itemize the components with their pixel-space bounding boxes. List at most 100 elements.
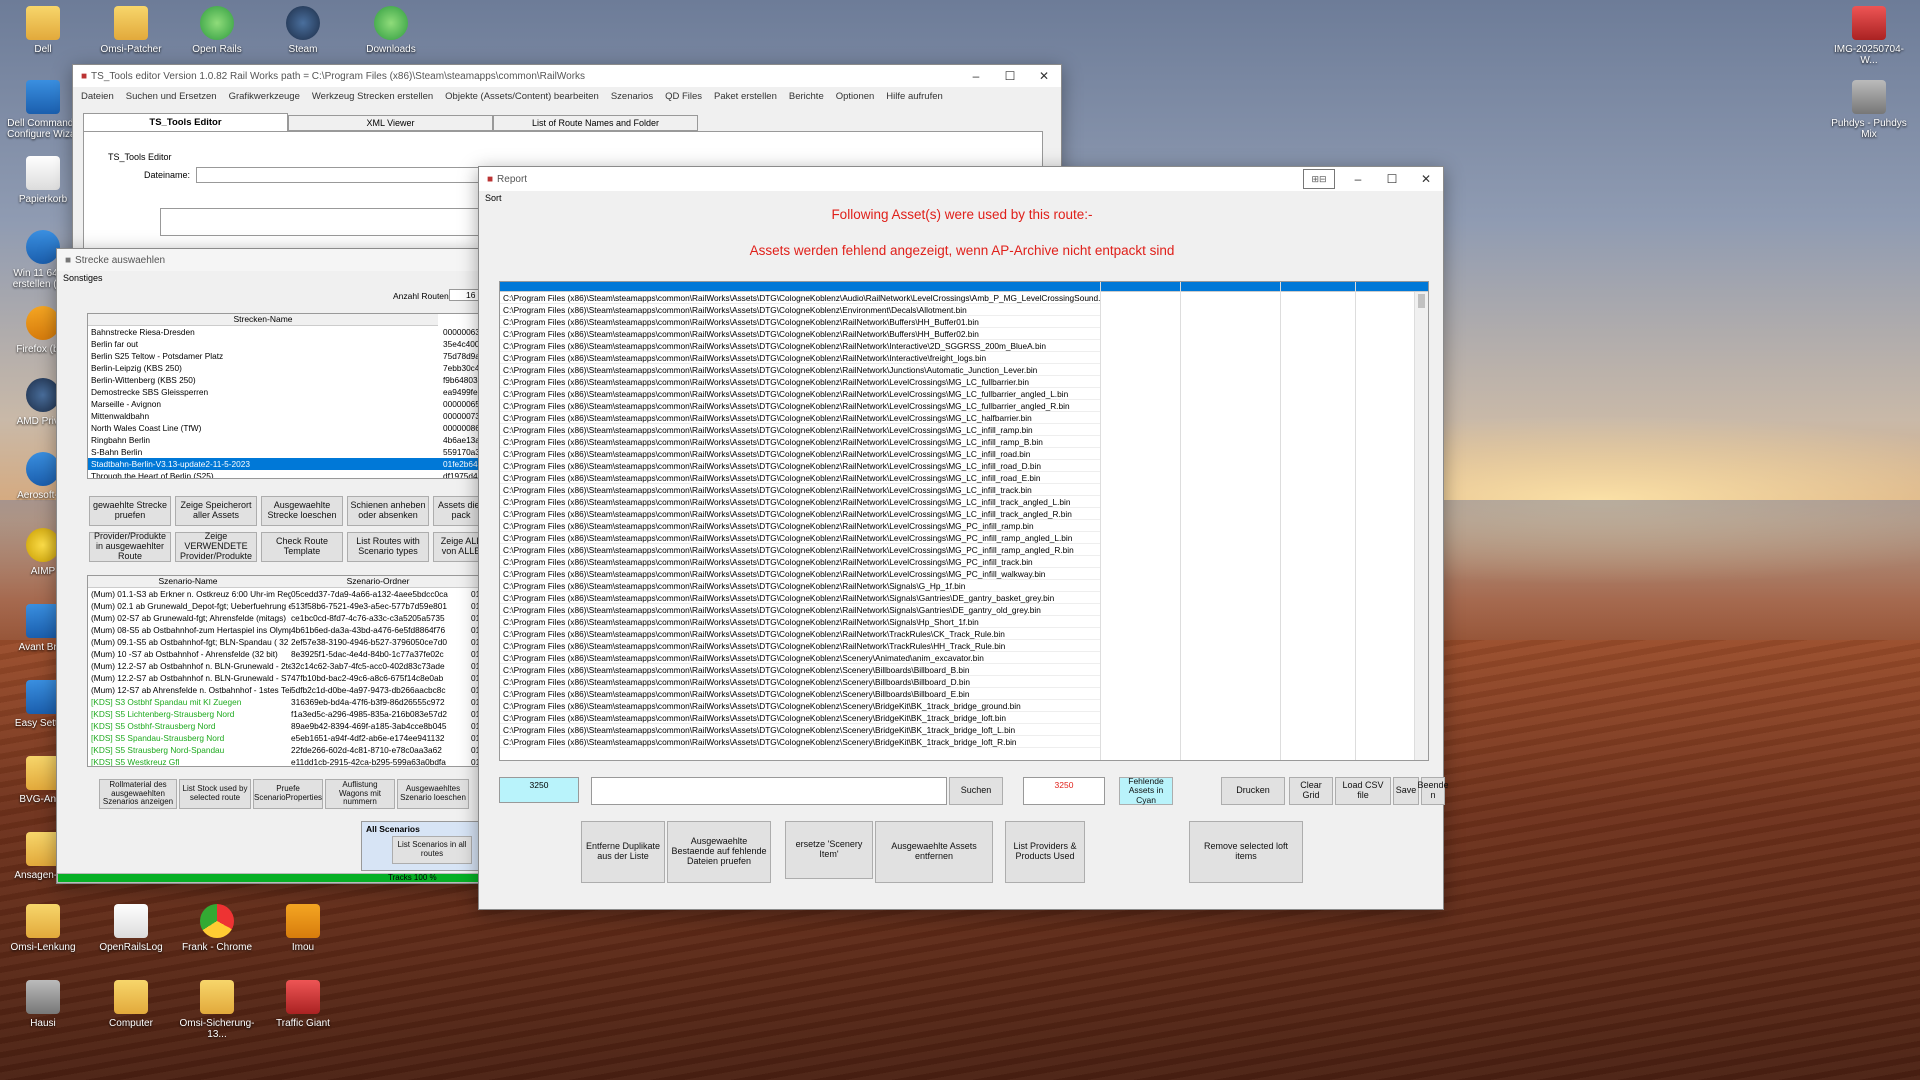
- asset-row[interactable]: C:\Program Files (x86)\Steam\steamapps\c…: [500, 712, 1100, 724]
- clear-grid-button[interactable]: Clear Grid: [1289, 777, 1333, 805]
- scenario-row[interactable]: (Mum) 02.1 ab Grunewald_Depot-fgt; Ueber…: [88, 600, 490, 612]
- route-row[interactable]: Berlin-Leipzig (KBS 250) 7ebb30c4: [88, 362, 490, 374]
- asset-row[interactable]: C:\Program Files (x86)\Steam\steamapps\c…: [500, 664, 1100, 676]
- asset-row[interactable]: C:\Program Files (x86)\Steam\steamapps\c…: [500, 592, 1100, 604]
- asset-row[interactable]: C:\Program Files (x86)\Steam\steamapps\c…: [500, 700, 1100, 712]
- desktop-icon-hausi[interactable]: Hausi: [4, 980, 82, 1029]
- route-row[interactable]: Stadtbahn-Berlin-V3.13-update2-11-5-2023…: [88, 458, 490, 470]
- menu-berichte[interactable]: Berichte: [789, 91, 824, 102]
- menu-szenarios[interactable]: Szenarios: [611, 91, 653, 102]
- asset-row[interactable]: C:\Program Files (x86)\Steam\steamapps\c…: [500, 412, 1100, 424]
- check-missing-files-button[interactable]: Ausgewaehlte Bestaende auf fehlende Date…: [667, 821, 771, 883]
- remove-loft-items-button[interactable]: Remove selected loft items: [1189, 821, 1303, 883]
- route-row[interactable]: Berlin S25 Teltow - Potsdamer Platz 75d78…: [88, 350, 490, 362]
- scenario-row[interactable]: (Mum) 10 -S7 ab Ostbahnhof - Ahrensfelde…: [88, 648, 490, 660]
- asset-row[interactable]: C:\Program Files (x86)\Steam\steamapps\c…: [500, 544, 1100, 556]
- menu-qd[interactable]: QD Files: [665, 91, 702, 102]
- strecke-menu-sonstiges[interactable]: Sonstiges: [57, 271, 479, 285]
- asset-row[interactable]: C:\Program Files (x86)\Steam\steamapps\c…: [500, 616, 1100, 628]
- desktop-icon-img[interactable]: IMG-20250704-W...: [1830, 6, 1908, 66]
- route-row[interactable]: Berlin far out 35e4c400: [88, 338, 490, 350]
- desktop-icon-omsi-lenkung[interactable]: Omsi-Lenkung: [4, 904, 82, 953]
- scenario-row[interactable]: [KDS] S5 Lichtenberg-Strausberg Nord f1a3…: [88, 708, 490, 720]
- show-used-providers-button[interactable]: Zeige VERWENDETE Provider/Produkte: [175, 531, 257, 562]
- scenario-row[interactable]: (Mum) 12.2-S7 ab Ostbahnhof n. BLN-Grune…: [88, 672, 490, 684]
- scenario-row[interactable]: [KDS] S3 Ostbhf Spandau mit KI Zuegen 316…: [88, 696, 490, 708]
- asset-row[interactable]: C:\Program Files (x86)\Steam\steamapps\c…: [500, 328, 1100, 340]
- asset-row[interactable]: C:\Program Files (x86)\Steam\steamapps\c…: [500, 448, 1100, 460]
- asset-row[interactable]: C:\Program Files (x86)\Steam\steamapps\c…: [500, 604, 1100, 616]
- menu-werkzeug[interactable]: Werkzeug Strecken erstellen: [312, 91, 433, 102]
- asset-row[interactable]: C:\Program Files (x86)\Steam\steamapps\c…: [500, 460, 1100, 472]
- save-button[interactable]: Save: [1393, 777, 1419, 805]
- show-asset-location-button[interactable]: Zeige Speicherort aller Assets: [175, 496, 257, 526]
- close-icon[interactable]: ✕: [1409, 168, 1443, 190]
- route-row[interactable]: Berlin-Wittenberg (KBS 250) f9b64803: [88, 374, 490, 386]
- asset-search-input[interactable]: [591, 777, 947, 805]
- report-menu-sort[interactable]: Sort: [479, 191, 1443, 207]
- route-row[interactable]: North Wales Coast Line (TfW) 00000086: [88, 422, 490, 434]
- minimize-icon[interactable]: –: [1341, 168, 1375, 190]
- scenario-row[interactable]: [KDS] S5 Spandau-Strausberg Nord e5eb1651…: [88, 732, 490, 744]
- scenario-row[interactable]: (Mum) 08-S5 ab Ostbahnhof-zum Hertaspiel…: [88, 624, 490, 636]
- asset-row[interactable]: C:\Program Files (x86)\Steam\steamapps\c…: [500, 520, 1100, 532]
- asset-row[interactable]: C:\Program Files (x86)\Steam\steamapps\c…: [500, 640, 1100, 652]
- delete-route-button[interactable]: Ausgewaehlte Strecke loeschen: [261, 496, 343, 526]
- desktop-icon-traffic-giant[interactable]: Traffic Giant: [264, 980, 342, 1029]
- scenario-row[interactable]: [KDS] S5 Westkreuz Gfl e11dd1cb-2915-42ca…: [88, 756, 490, 766]
- missing-in-cyan-button[interactable]: Fehlende Assets in Cyan: [1119, 776, 1173, 805]
- desktop-icon-chrome[interactable]: Frank - Chrome: [178, 904, 256, 953]
- asset-row[interactable]: C:\Program Files (x86)\Steam\steamapps\c…: [500, 628, 1100, 640]
- menu-paket[interactable]: Paket erstellen: [714, 91, 777, 102]
- tab-ts-tools-editor[interactable]: TS_Tools Editor: [83, 113, 288, 131]
- desktop-icon-recycle-bin[interactable]: Papierkorb: [4, 156, 82, 205]
- asset-row[interactable]: C:\Program Files (x86)\Steam\steamapps\c…: [500, 676, 1100, 688]
- list-scenarios-all-routes-button[interactable]: List Scenarios in all routes: [392, 836, 472, 864]
- list-stock-button[interactable]: List Stock used by selected route: [179, 779, 251, 809]
- check-scenario-properties-button[interactable]: Pruefe ScenarioProperties: [253, 779, 323, 809]
- tab-xml-viewer[interactable]: XML Viewer: [288, 115, 493, 131]
- scenario-row[interactable]: [KDS] S5 Strausberg Nord-Spandau 22fde266…: [88, 744, 490, 756]
- desktop-icon-downloads[interactable]: Downloads: [352, 6, 430, 55]
- desktop-icon-puhdys[interactable]: Puhdys - Puhdys Mix: [1830, 80, 1908, 140]
- asset-row[interactable]: C:\Program Files (x86)\Steam\steamapps\c…: [500, 472, 1100, 484]
- show-rolling-stock-button[interactable]: Rollmaterial des ausgewaehlten Szenarios…: [99, 779, 177, 809]
- check-route-button[interactable]: gewaehlte Strecke pruefen: [89, 496, 171, 526]
- menu-optionen[interactable]: Optionen: [836, 91, 875, 102]
- asset-row[interactable]: C:\Program Files (x86)\Steam\steamapps\c…: [500, 652, 1100, 664]
- scenario-row[interactable]: (Mum) 09.1-S5 ab Ostbahnhof-fgt; BLN-Spa…: [88, 636, 490, 648]
- asset-row[interactable]: C:\Program Files (x86)\Steam\steamapps\c…: [500, 376, 1100, 388]
- desktop-icon-steam[interactable]: Steam: [264, 6, 342, 55]
- list-routes-scenario-types-button[interactable]: List Routes with Scenario types: [347, 532, 429, 562]
- desktop-icon-openrailslog[interactable]: OpenRailsLog: [92, 904, 170, 953]
- maximize-icon[interactable]: ☐: [993, 65, 1027, 87]
- asset-row[interactable]: C:\Program Files (x86)\Steam\steamapps\c…: [500, 436, 1100, 448]
- route-row[interactable]: S-Bahn Berlin 559170a3: [88, 446, 490, 458]
- scenario-row[interactable]: (Mum) 12-S7 ab Ahrensfelde n. Ostbahnhof…: [88, 684, 490, 696]
- maximize-icon[interactable]: ☐: [1375, 168, 1409, 190]
- menu-dateien[interactable]: Dateien: [81, 91, 114, 102]
- asset-row[interactable]: C:\Program Files (x86)\Steam\steamapps\c…: [500, 568, 1100, 580]
- scenario-row[interactable]: (Mum) 02-S7 ab Grunewald-fgt; Ahrensfeld…: [88, 612, 490, 624]
- scenario-row[interactable]: [KDS] S5 Ostbhf-Strausberg Nord 89ae9b42-…: [88, 720, 490, 732]
- list-providers-button[interactable]: List Providers & Products Used: [1005, 821, 1085, 883]
- route-row[interactable]: Through the Heart of Berlin (S25) df1975d…: [88, 470, 490, 478]
- asset-row[interactable]: C:\Program Files (x86)\Steam\steamapps\c…: [500, 556, 1100, 568]
- exit-button[interactable]: Beende n: [1417, 777, 1449, 805]
- desktop-icon-omsi-sicherung[interactable]: Omsi-Sicherung-13...: [178, 980, 256, 1040]
- route-row[interactable]: Marseille - Avignon 00000065: [88, 398, 490, 410]
- load-csv-button[interactable]: Load CSV file: [1335, 777, 1391, 805]
- desktop-icon-dell-command[interactable]: Dell Command | Configure Wizar: [4, 80, 82, 140]
- delete-scenario-button[interactable]: Ausgewaehltes Szenario loeschen: [397, 779, 469, 809]
- asset-row[interactable]: C:\Program Files (x86)\Steam\steamapps\c…: [500, 388, 1100, 400]
- desktop-icon-dell[interactable]: Dell: [4, 6, 82, 55]
- asset-grid-scrollbar[interactable]: [1414, 292, 1428, 760]
- asset-row[interactable]: C:\Program Files (x86)\Steam\steamapps\c…: [500, 400, 1100, 412]
- scenario-row[interactable]: (Mum) 01.1-S3 ab Erkner n. Ostkreuz 6:00…: [88, 588, 490, 600]
- asset-row[interactable]: C:\Program Files (x86)\Steam\steamapps\c…: [500, 532, 1100, 544]
- asset-row[interactable]: C:\Program Files (x86)\Steam\steamapps\c…: [500, 424, 1100, 436]
- replace-scenery-item-button[interactable]: ersetze 'Scenery Item': [785, 821, 873, 879]
- desktop-icon-imou[interactable]: Imou: [264, 904, 342, 953]
- asset-row[interactable]: C:\Program Files (x86)\Steam\steamapps\c…: [500, 316, 1100, 328]
- asset-row[interactable]: C:\Program Files (x86)\Steam\steamapps\c…: [500, 724, 1100, 736]
